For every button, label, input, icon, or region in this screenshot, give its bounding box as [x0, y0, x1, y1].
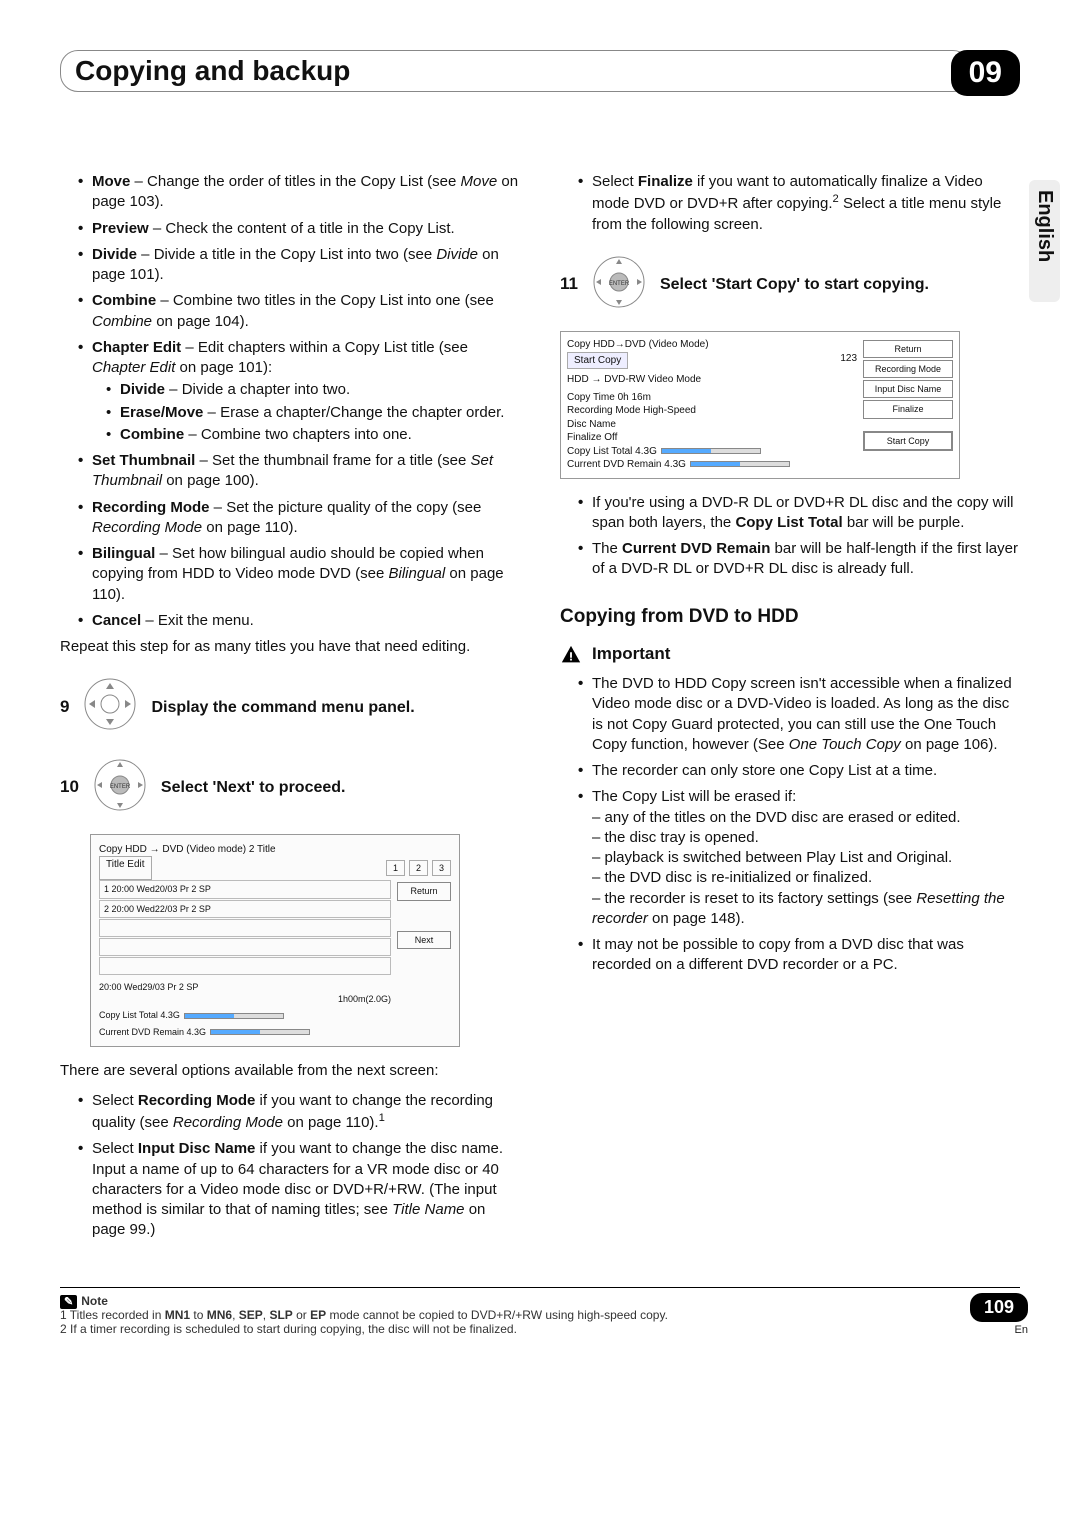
ui-footer-line: Copy List Total 4.3G [99, 1009, 451, 1021]
ui-footer-line: Current DVD Remain 4.3G [99, 1026, 451, 1038]
ui-side-button: Return [863, 340, 953, 358]
step-number: 11 [560, 273, 578, 296]
next-options-intro: There are several options available from… [60, 1061, 520, 1081]
important-list: The DVD to HDD Copy screen isn't accessi… [560, 674, 1020, 976]
list-item: If you're using a DVD-R DL or DVD+R DL d… [578, 493, 1020, 534]
header: Copying and backup [60, 50, 1020, 92]
step-number: 9 [60, 696, 69, 719]
ui-screenshot-start-copy: Copy HDD→DVD (Video Mode) Start Copy 123… [560, 331, 960, 479]
dpad-icon [83, 677, 137, 737]
svg-text:ENTER: ENTER [609, 281, 630, 287]
footnote-1: 1 Titles recorded in MN1 to MN6, SEP, SL… [60, 1308, 1020, 1322]
ui-side-button: Recording Mode [863, 360, 953, 378]
chapter-title: Copying and backup [75, 55, 350, 86]
ui-list-row [99, 919, 391, 937]
ui-list-row [99, 957, 391, 975]
list-item: Erase/Move – Erase a chapter/Change the … [106, 403, 520, 423]
list-item: Preview – Check the content of a title i… [78, 219, 520, 239]
ui-page-tabs: 1 2 3 [386, 860, 451, 876]
footnote-ref: 1 [379, 1112, 385, 1124]
section-heading: Copying from DVD to HDD [560, 604, 1020, 630]
ui-list-row: 1 20:00 Wed20/03 Pr 2 SP [99, 880, 391, 898]
ui-list-row [99, 938, 391, 956]
list-item: Select Finalize if you want to automatic… [578, 172, 1020, 235]
list-item: The recorder can only store one Copy Lis… [578, 761, 1020, 781]
ui-footer-line: Copy List Total 4.3G [567, 445, 857, 459]
step-10: 10 ENTER Select 'Next' to proceed. [60, 758, 520, 818]
ui-line: Recording Mode High-Speed [567, 404, 857, 418]
list-item: The Current DVD Remain bar will be half-… [578, 539, 1020, 580]
page-footer: 109 En [970, 1293, 1028, 1336]
ui-detail-row: 20:00 Wed29/03 Pr 2 SP [99, 981, 391, 993]
list-item: Recording Mode – Set the picture quality… [78, 498, 520, 539]
step-11: 11 ENTER Select 'Start Copy' to start co… [560, 255, 1020, 315]
step-label: Select 'Next' to proceed. [161, 777, 346, 799]
note-heading: ✎Note [60, 1294, 1020, 1308]
ui-line: Finalize Off [567, 431, 857, 445]
ui-side-button: Input Disc Name [863, 380, 953, 398]
footnote-2: 2 If a timer recording is scheduled to s… [60, 1322, 1020, 1336]
list-item: It may not be possible to copy from a DV… [578, 935, 1020, 976]
list-item: Combine – Combine two titles in the Copy… [78, 291, 520, 332]
repeat-note: Repeat this step for as many titles you … [60, 637, 520, 657]
ui-return-button: Return [397, 882, 451, 900]
page: Copying and backup 09 English Move – Cha… [0, 0, 1080, 1376]
important-heading: Important [560, 643, 1020, 666]
ui-next-button: Next [397, 931, 451, 949]
ui-line: HDD → DVD-RW Video Mode [567, 373, 857, 387]
two-column-layout: Move – Change the order of titles in the… [60, 172, 1020, 1247]
list-item: Set Thumbnail – Set the thumbnail frame … [78, 451, 520, 492]
ui-line: Disc Name [567, 418, 857, 432]
right-column: Select Finalize if you want to automatic… [560, 172, 1020, 1247]
chapter-number-badge: 09 [951, 50, 1020, 96]
list-item: Combine – Combine two chapters into one. [106, 425, 520, 445]
step-label: Display the command menu panel. [151, 697, 414, 719]
warning-icon [560, 644, 582, 666]
list-item: Divide – Divide a title in the Copy List… [78, 245, 520, 286]
important-label: Important [592, 643, 670, 666]
next-options-list: Select Recording Mode if you want to cha… [60, 1091, 520, 1241]
command-list: Move – Change the order of titles in the… [60, 172, 520, 631]
ui-start-copy-button: Start Copy [863, 431, 953, 451]
list-item: Divide – Divide a chapter into two. [106, 380, 520, 400]
page-number-badge: 109 [970, 1293, 1028, 1322]
ui-tab: Title Edit [99, 856, 152, 880]
enter-icon: ENTER [93, 758, 147, 818]
list-item: The DVD to HDD Copy screen isn't accessi… [578, 674, 1020, 755]
step-label: Select 'Start Copy' to start copying. [660, 274, 929, 296]
svg-text:ENTER: ENTER [110, 784, 131, 790]
list-item: Move – Change the order of titles in the… [78, 172, 520, 213]
ui-duration: 1h00m(2.0G) [99, 993, 391, 1005]
ui-line: Copy Time 0h 16m [567, 391, 857, 405]
ui-tab: Start Copy [567, 352, 628, 370]
ui-title: Copy HDD→DVD (Video Mode) [567, 338, 857, 352]
step-9: 9 Display the command menu panel. [60, 677, 520, 737]
list-item: Chapter Edit – Edit chapters within a Co… [78, 338, 520, 445]
step-number: 10 [60, 776, 79, 799]
ui-footer-line: Current DVD Remain 4.3G [567, 458, 857, 472]
page-lang: En [970, 1324, 1028, 1336]
ui-title: Copy HDD → DVD (Video mode) 2 Title [99, 843, 451, 857]
ui-screenshot-title-edit: Copy HDD → DVD (Video mode) 2 Title Titl… [90, 834, 460, 1047]
ui-page-tabs: 123 [840, 352, 857, 370]
ui-side-button: Finalize [863, 400, 953, 418]
list-item: The Copy List will be erased if: – any o… [578, 787, 1020, 929]
copy-notes-list: If you're using a DVD-R DL or DVD+R DL d… [560, 493, 1020, 580]
list-item: Cancel – Exit the menu. [78, 611, 520, 631]
list-item: Select Input Disc Name if you want to ch… [78, 1139, 520, 1240]
language-side-tab: English [1029, 180, 1060, 302]
footnotes: ✎Note 1 Titles recorded in MN1 to MN6, S… [60, 1287, 1020, 1336]
ui-list-row: 2 20:00 Wed22/03 Pr 2 SP [99, 900, 391, 918]
list-item: Select Recording Mode if you want to cha… [78, 1091, 520, 1134]
list-item: Bilingual – Set how bilingual audio shou… [78, 544, 520, 605]
chapter-sub-list: Divide – Divide a chapter into two. Eras… [92, 380, 520, 445]
left-column: Move – Change the order of titles in the… [60, 172, 520, 1247]
finalize-list: Select Finalize if you want to automatic… [560, 172, 1020, 235]
enter-icon: ENTER [592, 255, 646, 315]
chapter-title-wrap: Copying and backup [60, 50, 971, 92]
